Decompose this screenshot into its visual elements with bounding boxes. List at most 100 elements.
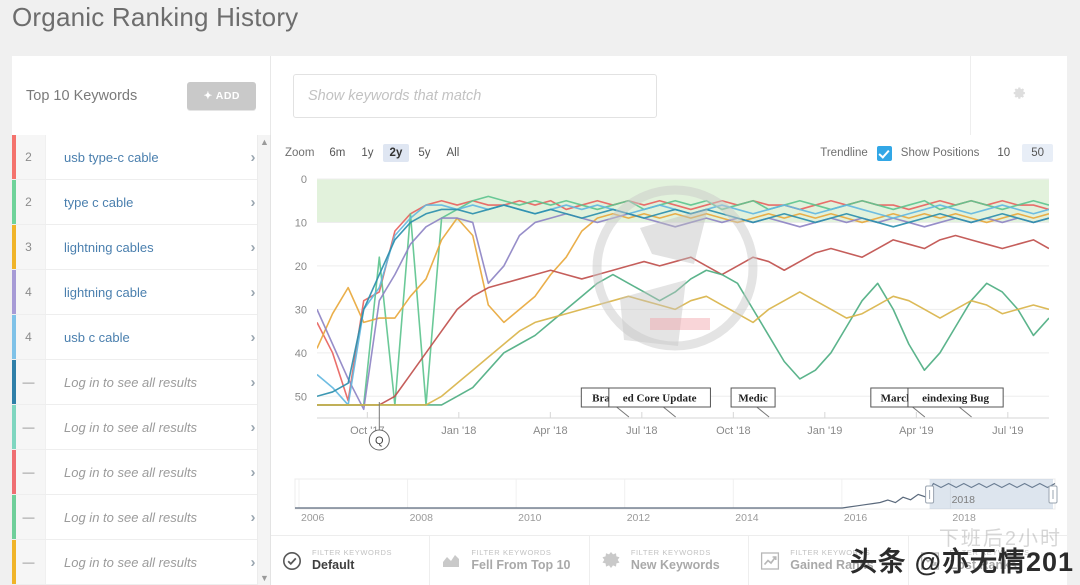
keyword-color-bar	[12, 450, 16, 494]
burst-icon	[600, 550, 622, 572]
show-positions-50[interactable]: 50	[1022, 144, 1053, 162]
keyword-rank: 4	[12, 315, 46, 359]
y-axis-tick: 20	[295, 261, 307, 273]
keyword-row[interactable]: 2 type c cable ›	[12, 180, 270, 225]
keyword-rank: 2	[12, 180, 46, 224]
navigator-tick: 2010	[518, 512, 542, 524]
keyword-rank: —	[12, 405, 46, 449]
show-positions-label: Show Positions	[900, 147, 980, 159]
zoom-range-1y[interactable]: 1y	[354, 144, 380, 162]
keyword-name[interactable]: Log in to see all results	[46, 465, 236, 480]
x-axis-tick: Apr '18	[533, 425, 568, 437]
keyword-rank: —	[12, 540, 46, 584]
keyword-row[interactable]: 4 lightning cable ›	[12, 270, 270, 315]
keyword-row[interactable]: 3 lightning cables ›	[12, 225, 270, 270]
keyword-rank: 3	[12, 225, 46, 269]
keyword-name[interactable]: type c cable	[46, 195, 236, 210]
trend-down-icon	[919, 550, 941, 572]
series-line[interactable]	[317, 199, 1049, 402]
x-axis-tick: Apr '19	[899, 425, 934, 437]
keywords-panel-header: Top 10 Keywords ✦ ADD	[12, 56, 271, 135]
keyword-color-bar	[12, 360, 16, 404]
navigator-tick: 2012	[627, 512, 651, 524]
keyword-row[interactable]: — Log in to see all results ›	[12, 540, 270, 585]
series-line[interactable]	[317, 212, 1049, 349]
add-keyword-button[interactable]: ✦ ADD	[187, 81, 256, 110]
keyword-color-bar	[12, 405, 16, 449]
series-line[interactable]	[317, 204, 1049, 398]
trend-up-icon	[759, 550, 781, 572]
x-axis-tick: Jul '18	[626, 425, 657, 437]
chart-panel: Zoom 6m 1y 2y 5y All Trendline Show Position…	[271, 135, 1067, 535]
navigator-tick: 2006	[301, 512, 325, 524]
annotation-label: eindexing Bug	[922, 393, 989, 405]
zoom-label: Zoom	[285, 147, 315, 159]
filter-name: Default	[312, 557, 355, 572]
keyword-row[interactable]: 2 usb type-c cable ›	[12, 135, 270, 180]
chart-range-navigator[interactable]: 2006 2008 2010 2012 2014 2016 2018 2018	[271, 473, 1067, 531]
chart-toolbar-right: Trendline Show Positions 10 50	[820, 144, 1053, 162]
keyword-name[interactable]: usb type-c cable	[46, 150, 236, 165]
keyword-name[interactable]: Log in to see all results	[46, 420, 236, 435]
filter-kicker: FILTER KEYWORDS	[790, 548, 871, 557]
chart-plot-area[interactable]: 0 10 20 30 40 50 Oct '17 Jan '18 Apr '18 Jul '18 O…	[271, 171, 1067, 476]
keyword-row[interactable]: — Log in to see all results ›	[12, 360, 270, 405]
search-input[interactable]	[293, 73, 657, 118]
zoom-range-2y[interactable]: 2y	[382, 144, 410, 162]
filter-item-new-keywords[interactable]: FILTER KEYWORDS New Keywords	[590, 536, 750, 585]
annotation-label: ed Core Update	[623, 393, 697, 405]
navigator-tick: 2018	[952, 512, 976, 524]
settings-cell[interactable]	[971, 56, 1067, 135]
filter-item-lost-ranks[interactable]: FILTER KEYWORDS Lost Ranks	[909, 536, 1067, 585]
y-axis-tick: 10	[295, 217, 307, 229]
filter-kicker: FILTER KEYWORDS	[471, 548, 552, 557]
filter-item-default[interactable]: FILTER KEYWORDS Default	[271, 536, 431, 585]
keyword-row[interactable]: 4 usb c cable ›	[12, 315, 270, 360]
filter-name: Gained Ranks	[790, 557, 874, 572]
series-line[interactable]	[317, 269, 1049, 406]
y-axis-tick: 30	[295, 304, 307, 316]
keyword-name[interactable]: Log in to see all results	[46, 555, 236, 570]
gear-icon[interactable]	[1011, 85, 1027, 106]
series-line[interactable]	[317, 234, 1049, 406]
navigator-tick: 2014	[735, 512, 759, 524]
show-positions-10[interactable]: 10	[988, 144, 1019, 162]
zoom-range-All[interactable]: All	[440, 144, 467, 162]
keyword-row[interactable]: — Log in to see all results ›	[12, 450, 270, 495]
navigator-chart[interactable]: 2006 2008 2010 2012 2014 2016 2018 2018	[271, 473, 1067, 531]
keyword-name[interactable]: lightning cable	[46, 285, 236, 300]
keyword-color-bar	[12, 540, 16, 584]
keyword-row[interactable]: — Log in to see all results ›	[12, 405, 270, 450]
trendline-label: Trendline	[820, 147, 868, 159]
keyword-name[interactable]: lightning cables	[46, 240, 236, 255]
keyword-list[interactable]: 2 usb type-c cable › 2 type c cable › 3 lightni…	[12, 135, 271, 585]
navigator-tick: 2008	[410, 512, 434, 524]
keyword-color-bar	[12, 495, 16, 539]
series-line[interactable]	[317, 195, 1049, 406]
y-axis-tick: 0	[301, 174, 307, 186]
keyword-color-bar	[12, 180, 16, 224]
trendline-checkbox[interactable]	[876, 145, 892, 161]
keyword-color-bar	[12, 135, 16, 179]
keyword-list-scrollbar[interactable]: ▲ ▼	[257, 135, 270, 585]
caret-down-icon[interactable]: ▼	[258, 573, 270, 583]
series-line[interactable]	[317, 212, 1049, 411]
filter-item-gained-ranks[interactable]: FILTER KEYWORDS Gained Ranks	[749, 536, 909, 585]
navigator-selection-label: 2018	[952, 494, 976, 506]
navigator-selection[interactable]	[929, 479, 1053, 509]
keyword-row[interactable]: — Log in to see all results ›	[12, 495, 270, 540]
search-area	[271, 56, 971, 135]
page-title: Organic Ranking History	[12, 2, 299, 32]
zoom-range-6m[interactable]: 6m	[322, 144, 352, 162]
navigator-tick: 2016	[844, 512, 868, 524]
caret-up-icon[interactable]: ▲	[258, 137, 270, 147]
keyword-name[interactable]: Log in to see all results	[46, 375, 236, 390]
zoom-range-5y[interactable]: 5y	[411, 144, 437, 162]
keyword-rank: —	[12, 450, 46, 494]
y-axis-tick: 40	[295, 348, 307, 360]
x-axis-tick: Oct '18	[716, 425, 751, 437]
keyword-name[interactable]: Log in to see all results	[46, 510, 236, 525]
keyword-name[interactable]: usb c cable	[46, 330, 236, 345]
filter-bar: FILTER KEYWORDS Default FILTER KEYWORDS Fel…	[271, 535, 1067, 585]
filter-item-fell-from-top-10[interactable]: FILTER KEYWORDS Fell From Top 10	[430, 536, 590, 585]
